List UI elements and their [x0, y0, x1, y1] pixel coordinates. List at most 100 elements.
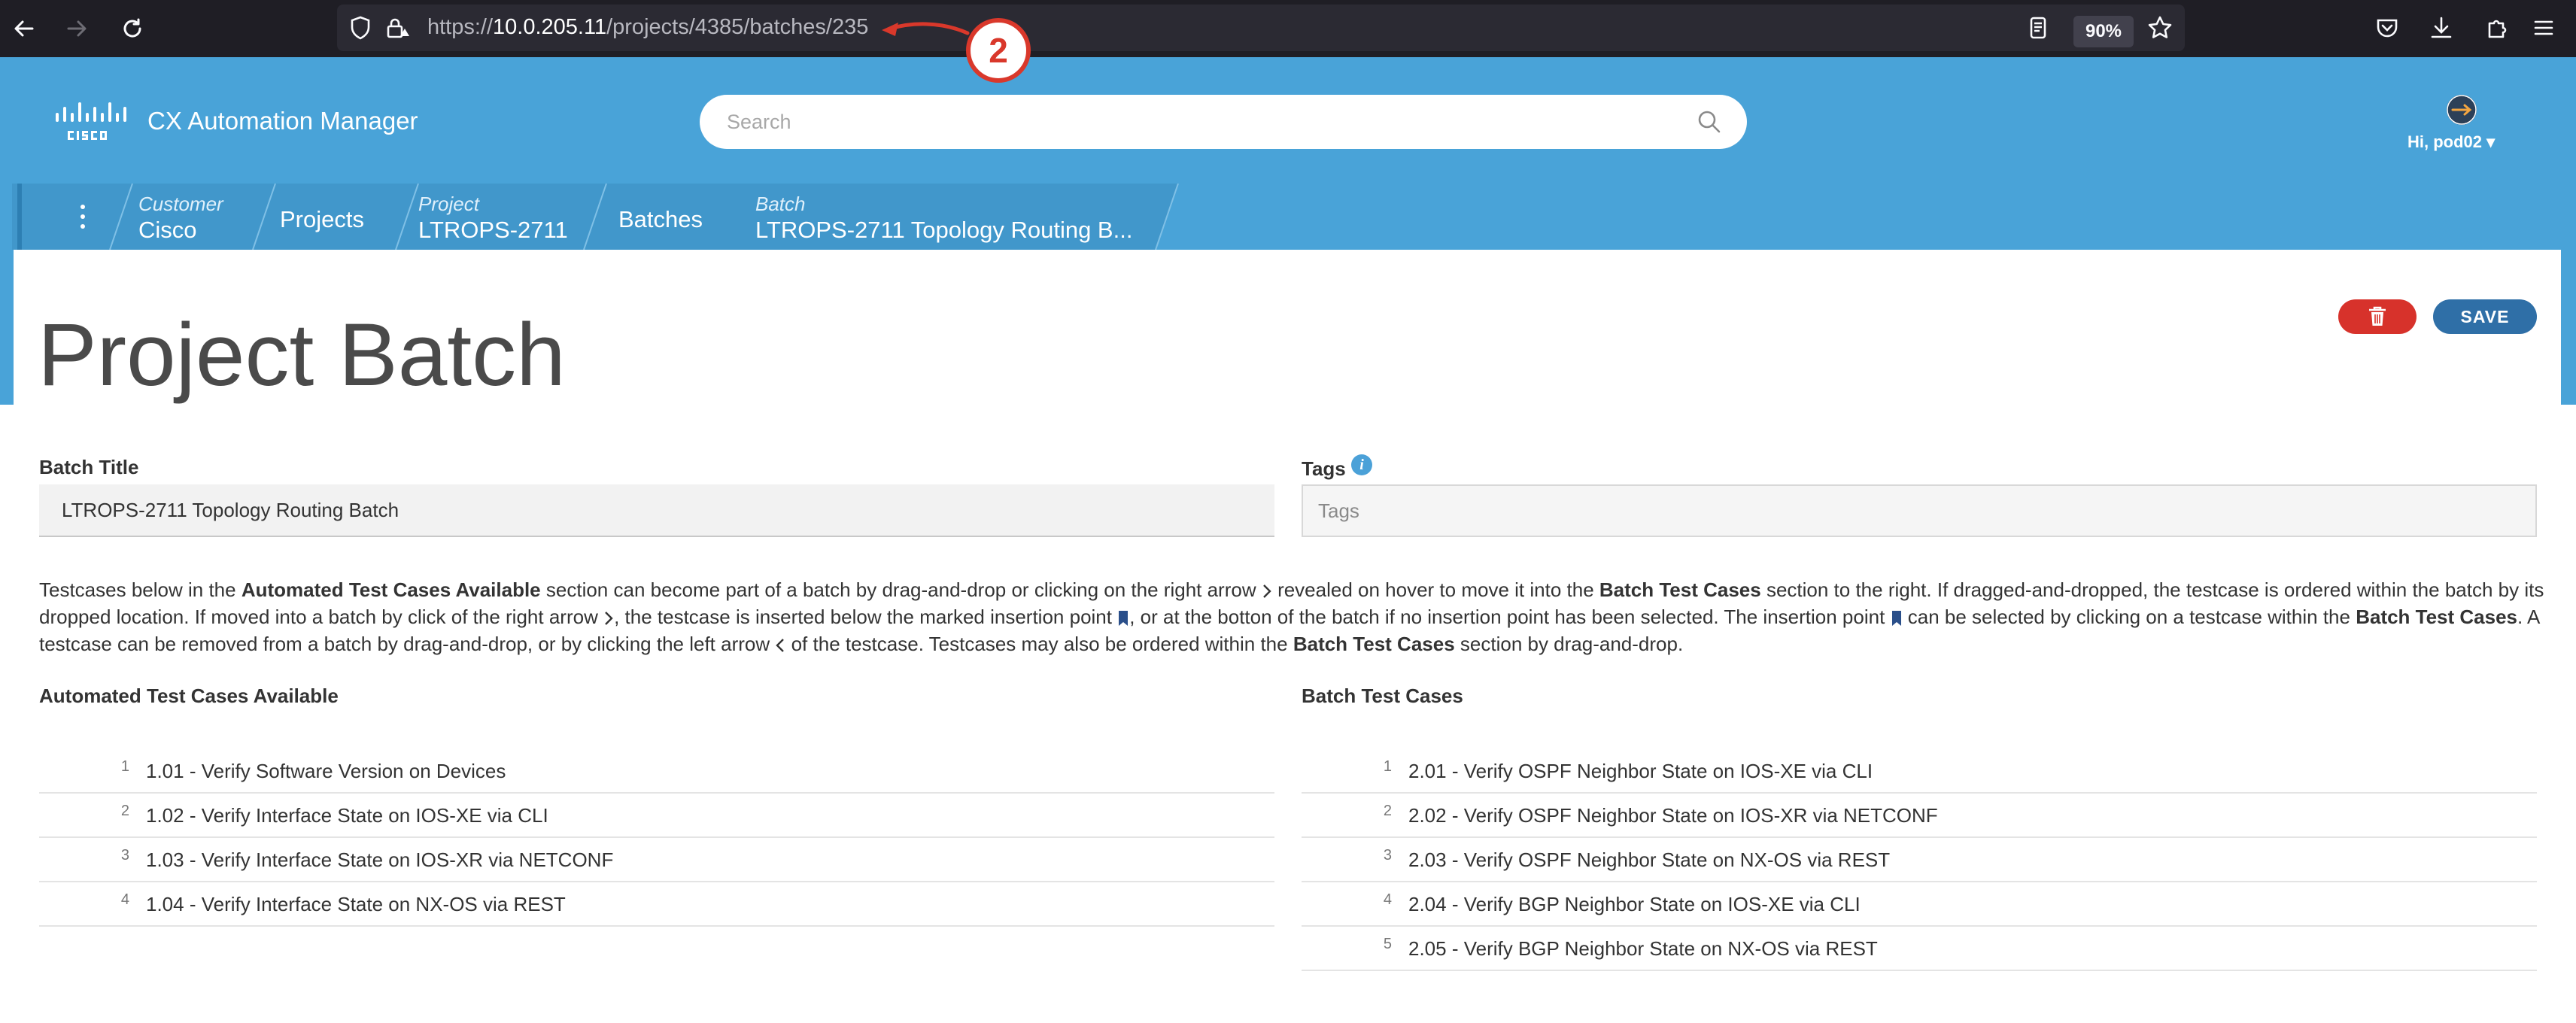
list-item-number: 3 [1383, 847, 1392, 864]
instructions-part: section by drag-and-drop. [1454, 633, 1684, 655]
list-item-number: 2 [120, 803, 129, 819]
url-path: /projects/4385/batches/235 [606, 15, 869, 39]
list-item[interactable]: 4 2.04 - Verify BGP Neighbor State on IOS… [1302, 882, 2537, 927]
search-box [700, 95, 1747, 149]
breadcrumb-project-label: Project [418, 193, 479, 215]
batch-title-label: Batch Title [39, 456, 139, 478]
instructions-part: of the testcase. Testcases may also be o… [785, 633, 1293, 655]
list-item[interactable]: 3 1.03 - Verify Interface State on IOS-XR… [39, 838, 1274, 882]
url-scheme: https:// [427, 15, 494, 39]
list-item-number: 4 [120, 891, 129, 908]
list-item-label: 1.02 - Verify Interface State on IOS-XE … [146, 804, 548, 827]
list-item[interactable]: 1 1.01 - Verify Software Version on Devic… [39, 749, 1274, 794]
batch-section-title: Batch Test Cases [1302, 685, 1463, 707]
list-item-number: 1 [120, 758, 129, 775]
instructions-part: , the testcase is inserted below the mar… [614, 606, 1118, 628]
list-item[interactable]: 4 1.04 - Verify Interface State on NX-OS … [39, 882, 1274, 927]
save-button[interactable]: SAVE [2433, 299, 2537, 334]
batch-test-case-list: 1 2.01 - Verify OSPF Neighbor State on IO… [1302, 749, 2537, 971]
right-arrow-icon [605, 612, 613, 625]
list-item[interactable]: 5 2.05 - Verify BGP Neighbor State on NX-… [1302, 927, 2537, 971]
annotation-step-marker: 2 [966, 18, 1031, 83]
browser-toolbar: https://10.0.205.11/projects/4385/batche… [0, 0, 2576, 57]
tags-info-icon[interactable]: i [1351, 454, 1372, 475]
instructions-bold: Batch Test Cases [2356, 606, 2518, 628]
list-item-number: 3 [120, 847, 129, 864]
pocket-icon [2377, 19, 2398, 38]
zoom-level-badge[interactable]: 90% [2073, 16, 2134, 47]
breadcrumb-project-value: LTROPS-2711 [418, 217, 568, 243]
list-item[interactable]: 1 2.01 - Verify OSPF Neighbor State on IO… [1302, 749, 2537, 794]
instructions-bold: Automated Test Cases Available [241, 578, 541, 601]
shield-icon [351, 16, 370, 40]
pocket-button[interactable] [2370, 11, 2404, 45]
downloads-button[interactable] [2424, 11, 2459, 45]
reload-icon [123, 18, 141, 38]
forward-arrow-icon [67, 20, 87, 37]
reader-view-icon[interactable] [2025, 15, 2051, 41]
url-text: https://10.0.205.11/projects/4385/batche… [427, 15, 868, 40]
list-item-label: 2.04 - Verify BGP Neighbor State on IOS-… [1408, 893, 1861, 915]
instructions-bold: Batch Test Cases [1293, 633, 1455, 655]
page-title: Project Batch [38, 305, 566, 405]
list-item-number: 1 [1383, 758, 1392, 775]
breadcrumb: Customer Cisco Projects Project LTROPS-2… [12, 184, 1186, 250]
delete-button[interactable] [2338, 299, 2417, 334]
batch-title-input[interactable] [39, 484, 1274, 537]
reload-button[interactable] [114, 11, 150, 47]
kebab-menu-icon [80, 205, 85, 229]
left-arrow-icon [776, 639, 785, 652]
back-arrow-icon [14, 20, 34, 37]
instructions-part: Testcases below in the [39, 578, 242, 601]
list-item-label: 2.02 - Verify OSPF Neighbor State on IOS… [1408, 804, 1938, 827]
list-item[interactable]: 2 1.02 - Verify Interface State on IOS-XE… [39, 794, 1274, 838]
list-item-number: 2 [1383, 803, 1392, 819]
instructions-bold: Batch Test Cases [1599, 578, 1761, 601]
trash-icon [2369, 306, 2386, 326]
app-menu-button[interactable] [2526, 11, 2561, 45]
app-title[interactable]: CX Automation Manager [147, 107, 418, 135]
list-item[interactable]: 2 2.02 - Verify OSPF Neighbor State on IO… [1302, 794, 2537, 838]
cisco-logo-icon[interactable] [53, 101, 128, 146]
breadcrumb-menu-button[interactable] [60, 184, 105, 250]
breadcrumb-batch-value: LTROPS-2711 Topology Routing B... [755, 217, 1133, 243]
breadcrumb-batches-label: Batches [618, 206, 703, 232]
right-arrow-icon [1262, 584, 1271, 598]
list-item-label: 2.03 - Verify OSPF Neighbor State on NX-… [1408, 848, 1891, 871]
bookmark-star-icon[interactable] [2147, 15, 2173, 41]
tags-input[interactable] [1302, 484, 2537, 537]
avatar[interactable] [2447, 95, 2477, 125]
breadcrumb-customer-label: Customer [138, 193, 223, 215]
puzzle-icon [2488, 20, 2507, 38]
list-item[interactable]: 3 2.03 - Verify OSPF Neighbor State on NX… [1302, 838, 2537, 882]
annotation-arrow-icon [882, 22, 970, 36]
instructions-text: Testcases below in the Automated Test Ca… [39, 576, 2552, 657]
instructions-part: , or at the botton of the batch if no in… [1129, 606, 1891, 628]
available-test-case-list: 1 1.01 - Verify Software Version on Devic… [39, 749, 1274, 927]
forward-button[interactable] [59, 11, 95, 47]
instructions-part: can be selected by clicking on a testcas… [1902, 606, 2356, 628]
extensions-button[interactable] [2480, 11, 2514, 45]
url-bar[interactable]: https://10.0.205.11/projects/4385/batche… [337, 5, 2185, 51]
user-avatar-icon [2447, 95, 2477, 125]
url-host: 10.0.205.11 [493, 15, 607, 39]
list-item-label: 1.04 - Verify Interface State on NX-OS v… [146, 893, 566, 915]
user-greeting[interactable]: Hi, pod02 ▾ [2407, 132, 2495, 152]
list-item-label: 2.01 - Verify OSPF Neighbor State on IOS… [1408, 760, 1873, 782]
search-icon[interactable] [1697, 110, 1721, 134]
tags-label: Tags [1302, 457, 1346, 480]
breadcrumb-customer-value: Cisco [138, 217, 197, 243]
lock-warning-icon [387, 18, 409, 38]
search-input[interactable] [727, 95, 1675, 149]
bookmark-icon [1891, 611, 1901, 627]
available-section-title: Automated Test Cases Available [39, 685, 339, 707]
list-item-number: 4 [1383, 891, 1392, 908]
download-icon [2431, 17, 2452, 38]
list-item-label: 1.03 - Verify Interface State on IOS-XR … [146, 848, 614, 871]
user-menu[interactable]: Hi, pod02 ▾ [2407, 95, 2520, 155]
breadcrumb-batch-label: Batch [755, 193, 806, 215]
breadcrumb-projects-label: Projects [280, 206, 364, 232]
hamburger-menu-icon [2534, 20, 2553, 35]
instructions-part: revealed on hover to move it into the [1271, 578, 1599, 601]
back-button[interactable] [6, 11, 42, 47]
